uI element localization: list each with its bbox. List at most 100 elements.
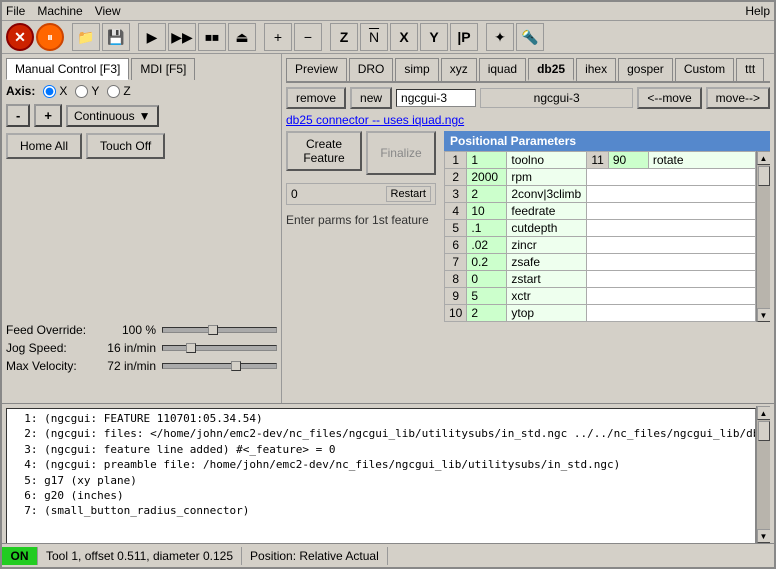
- axis-y-radio[interactable]: Y: [75, 84, 99, 98]
- tab-mdi[interactable]: MDI [F5]: [131, 58, 195, 80]
- scroll-thumb[interactable]: [758, 166, 770, 186]
- param-name: xctr: [507, 288, 587, 305]
- param-num: 2: [445, 169, 467, 186]
- file-input[interactable]: [396, 89, 476, 107]
- param-num: 3: [445, 186, 467, 203]
- scroll-down-button[interactable]: ▼: [757, 308, 771, 322]
- param-val[interactable]: [467, 271, 507, 288]
- param-val[interactable]: [467, 288, 507, 305]
- minus-button[interactable]: −: [294, 23, 322, 51]
- params-scrollbar[interactable]: ▲ ▼: [756, 151, 770, 322]
- gcode-line: 5: g17 (xy plane): [11, 473, 751, 488]
- p-button[interactable]: |P: [450, 23, 478, 51]
- finalize-button[interactable]: Finalize: [366, 131, 436, 175]
- tab-iquad[interactable]: iquad: [479, 58, 526, 81]
- save-button[interactable]: 💾: [102, 23, 130, 51]
- axis-z-radio[interactable]: Z: [107, 84, 130, 98]
- param-val[interactable]: [467, 203, 507, 220]
- minus-jog-button[interactable]: -: [6, 104, 30, 127]
- remove-button[interactable]: remove: [286, 87, 346, 109]
- param-name: zstart: [507, 271, 587, 288]
- scroll-up-button[interactable]: ▲: [757, 151, 771, 165]
- tab-custom[interactable]: Custom: [675, 58, 734, 81]
- tab-ihex[interactable]: ihex: [576, 58, 616, 81]
- y-button[interactable]: Y: [420, 23, 448, 51]
- play-button[interactable]: ▶: [138, 23, 166, 51]
- cut-button[interactable]: ⏏: [228, 23, 256, 51]
- param-val[interactable]: [467, 220, 507, 237]
- param-val[interactable]: [467, 186, 507, 203]
- film-button[interactable]: ⏹⏹: [198, 23, 226, 51]
- param-name: toolno: [507, 152, 587, 169]
- status-bar: ON Tool 1, offset 0.511, diameter 0.125 …: [2, 543, 774, 567]
- create-feature-button[interactable]: Create Feature: [286, 131, 362, 171]
- gcode-scroll-thumb[interactable]: [758, 421, 770, 441]
- max-velocity-slider[interactable]: [162, 363, 277, 369]
- param-val[interactable]: [467, 169, 507, 186]
- feed-override-slider[interactable]: [162, 327, 277, 333]
- param-extra-val[interactable]: [608, 152, 648, 169]
- param-num: 6: [445, 237, 467, 254]
- continuous-dropdown[interactable]: Continuous ▼: [66, 105, 159, 127]
- star-button[interactable]: ✦: [486, 23, 514, 51]
- param-name: 2conv|3climb: [507, 186, 587, 203]
- menu-file[interactable]: File: [6, 4, 25, 18]
- plus-jog-button[interactable]: +: [34, 104, 62, 127]
- tab-simp[interactable]: simp: [395, 58, 438, 81]
- tab-manual-control[interactable]: Manual Control [F3]: [6, 58, 129, 80]
- menu-view[interactable]: View: [95, 4, 121, 18]
- n-button[interactable]: N: [360, 23, 388, 51]
- menu-help[interactable]: Help: [745, 4, 770, 18]
- fwd-button[interactable]: ▶▶: [168, 23, 196, 51]
- gcode-scroll-down[interactable]: ▼: [757, 529, 771, 543]
- param-val[interactable]: [467, 152, 507, 169]
- pause-button[interactable]: ⏸: [36, 23, 64, 51]
- param-name: ytop: [507, 305, 587, 322]
- stop-button[interactable]: ✕: [6, 23, 34, 51]
- open-button[interactable]: 📁: [72, 23, 100, 51]
- param-num: 9: [445, 288, 467, 305]
- axis-x-radio[interactable]: X: [43, 84, 67, 98]
- gcode-scrollbar[interactable]: ▲ ▼: [756, 406, 770, 543]
- tab-db25[interactable]: db25: [528, 58, 574, 81]
- x-button[interactable]: X: [390, 23, 418, 51]
- gcode-scroll-up[interactable]: ▲: [757, 406, 771, 420]
- touch-off-button[interactable]: Touch Off: [86, 133, 165, 159]
- param-name: cutdepth: [507, 220, 587, 237]
- home-all-button[interactable]: Home All: [6, 133, 82, 159]
- jog-speed-slider[interactable]: [162, 345, 277, 351]
- tab-dro[interactable]: DRO: [349, 58, 394, 81]
- param-val[interactable]: [467, 237, 507, 254]
- params-header: Positional Parameters: [444, 131, 770, 151]
- param-name: zsafe: [507, 254, 587, 271]
- tab-xyz[interactable]: xyz: [441, 58, 477, 81]
- param-num: 7: [445, 254, 467, 271]
- param-val[interactable]: [467, 254, 507, 271]
- plus-button[interactable]: +: [264, 23, 292, 51]
- axis-label: Axis:: [6, 84, 35, 98]
- move-right-button[interactable]: move-->: [706, 87, 770, 109]
- max-velocity-value: 72 in/min: [96, 359, 156, 373]
- right-tabs: Preview DRO simp xyz iquad db25 ihex gos…: [286, 58, 770, 83]
- params-table: 1toolno11rotate2rpm32conv|3climb4feedrat…: [444, 151, 756, 322]
- parms-text: Enter parms for 1st feature: [286, 213, 436, 227]
- tab-gosper[interactable]: gosper: [618, 58, 673, 81]
- restart-button[interactable]: Restart: [386, 186, 431, 202]
- tab-preview[interactable]: Preview: [286, 58, 347, 81]
- restart-count: 0: [291, 187, 386, 201]
- tab-ttt[interactable]: ttt: [736, 58, 764, 81]
- z-button[interactable]: Z: [330, 23, 358, 51]
- param-num: 1: [445, 152, 467, 169]
- param-extra-num: 11: [587, 152, 608, 169]
- db25-title[interactable]: db25 connector -- uses iquad.ngc: [286, 113, 770, 127]
- move-left-button[interactable]: <--move: [637, 87, 701, 109]
- new-button[interactable]: new: [350, 87, 392, 109]
- max-velocity-label: Max Velocity:: [6, 359, 96, 373]
- tool-info: Tool 1, offset 0.511, diameter 0.125: [38, 547, 242, 565]
- file-label: ngcgui-3: [480, 88, 633, 108]
- gcode-line: 4: (ngcgui: preamble file: /home/john/em…: [11, 457, 751, 472]
- jog-speed-value: 16 in/min: [96, 341, 156, 355]
- param-val[interactable]: [467, 305, 507, 322]
- lamp-button[interactable]: 🔦: [516, 23, 544, 51]
- menu-machine[interactable]: Machine: [37, 4, 82, 18]
